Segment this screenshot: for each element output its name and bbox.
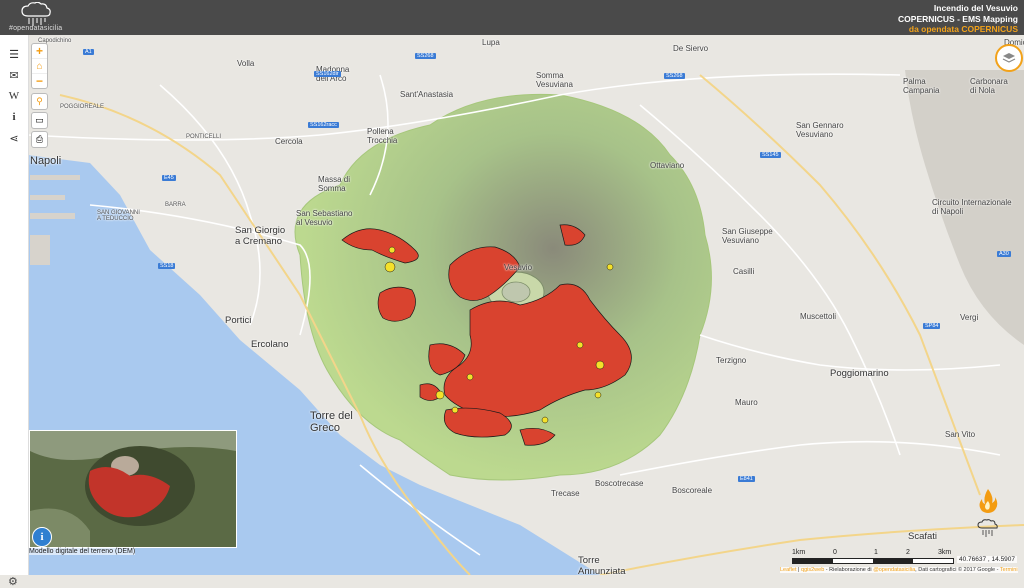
road-shield: SS162dir: [314, 71, 341, 77]
zoom-out-button[interactable]: −: [32, 74, 47, 88]
label-ponticelli: PONTICELLI: [186, 134, 222, 140]
brand-tagline: #opendatasicilia: [9, 25, 63, 32]
label-poggiomarino: Poggiomarino: [830, 368, 889, 379]
label-casilli: Casilli: [733, 267, 755, 276]
label-san-giorgio: San Giorgio a Cremano: [235, 225, 286, 247]
label-trecase: Trecase: [551, 489, 580, 498]
crater-inner: [501, 281, 531, 303]
app-title-block: Incendio del Vesuvio COPERNICUS - EMS Ma…: [898, 3, 1018, 35]
label-pollena: Pollena Trocchia: [367, 127, 398, 145]
label-ercolano: Ercolano: [251, 339, 289, 350]
left-sidebar: ☰ ✉ W i ⋖ ⚙: [0, 35, 29, 588]
qgis2web-link[interactable]: qgis2web: [801, 567, 824, 573]
label-barra: BARRA: [165, 202, 186, 208]
road-shield: SS268: [415, 53, 436, 59]
settings-gear-icon[interactable]: ⚙: [8, 575, 18, 588]
label-napoli: Napoli: [30, 155, 62, 167]
label-scafati: Scafati: [908, 531, 938, 542]
road-shield: E45: [162, 175, 176, 181]
label-palma: Palma Campania: [903, 77, 940, 95]
label-terzigno: Terzigno: [716, 356, 747, 365]
label-torre-del-greco: Torre del Greco: [310, 410, 353, 434]
label-vesuvio: Vesuvio: [504, 263, 533, 272]
menu-icon[interactable]: ☰: [5, 45, 23, 63]
attribution: Leaflet | qgis2web - Rielaborazione di @…: [780, 567, 1018, 573]
scale-label-2: 2: [906, 549, 910, 556]
info-icon[interactable]: i: [5, 108, 23, 126]
info-button[interactable]: i: [32, 527, 52, 547]
fire-logo-icon: [979, 489, 998, 513]
scale-label-1: 1: [874, 549, 878, 556]
label-portici: Portici: [225, 315, 252, 326]
label-carbonara: Carbonara di Nola: [970, 77, 1008, 95]
label-poggioreale: POGGIOREALE: [60, 104, 105, 110]
wikipedia-icon[interactable]: W: [5, 87, 23, 105]
road-shield: A30: [997, 251, 1011, 257]
scale-label-3: 3km: [938, 549, 952, 556]
layers-icon: [1002, 53, 1016, 63]
label-san-gennaro: San Gennaro Vesuviano: [796, 121, 844, 139]
label-mauro: Mauro: [735, 398, 758, 407]
road-shield: A1: [83, 49, 94, 55]
top-bar: #opendatasicilia Incendio del Vesuvio CO…: [0, 0, 1024, 35]
dem-inset-map[interactable]: [29, 430, 237, 548]
app-subtitle: COPERNICUS - EMS Mapping: [898, 13, 1018, 24]
source-line: da opendata COPERNICUS: [908, 24, 1018, 34]
label-san-giovanni: SAN GIOVANNI A TEDUCCIO: [97, 210, 140, 222]
label-volla: Volla: [237, 59, 255, 68]
label-san-sebastiano: San Sebastiano al Vesuvio: [296, 209, 353, 227]
label-lupa: Lupa: [482, 38, 500, 47]
road-shield: SS18: [158, 263, 176, 269]
road-shield: SP84: [923, 323, 941, 329]
app-title: Incendio del Vesuvio: [933, 3, 1018, 13]
label-san-vito: San Vito: [945, 430, 976, 439]
measure-ruler-icon[interactable]: ▭: [31, 112, 48, 129]
road-shield: SS145: [760, 152, 781, 158]
label-muscettoli: Muscettoli: [800, 312, 837, 321]
scale-label-0: 0: [833, 549, 837, 556]
road-shield: SS162racc: [308, 122, 339, 128]
copernicus-link[interactable]: COPERNICUS: [961, 24, 1018, 34]
label-massa: Massa di Somma: [318, 175, 351, 193]
label-cercola: Cercola: [275, 137, 303, 146]
label-somma: Somma Vesuviana: [536, 71, 573, 89]
print-icon[interactable]: ⎙: [31, 131, 48, 148]
terms-link[interactable]: Termini: [1000, 567, 1018, 573]
scale-bar: 1km 0 1 2 3km: [790, 549, 955, 569]
road-shield: E841: [738, 476, 755, 482]
label-sant-anastasia: Sant'Anastasia: [400, 90, 454, 99]
scale-label-km: 1km: [792, 549, 806, 556]
label-boscotrecase: Boscotrecase: [595, 479, 644, 488]
scale-bar-graphic: [792, 558, 954, 564]
home-icon[interactable]: ⌂: [32, 59, 47, 74]
dem-thumbnail: [30, 431, 236, 547]
share-icon[interactable]: ⋖: [5, 129, 23, 147]
locate-pin-icon[interactable]: ⚲: [31, 93, 48, 110]
leaflet-link[interactable]: Leaflet: [780, 567, 797, 573]
label-san-giuseppe: San Giuseppe Vesuviano: [722, 227, 773, 245]
label-ottaviano: Ottaviano: [650, 161, 685, 170]
dem-inset-label: Modello digitale del terreno (DEM): [29, 548, 136, 555]
mail-icon[interactable]: ✉: [5, 66, 23, 84]
layers-control[interactable]: [995, 44, 1023, 72]
road-shield: SS268: [664, 73, 685, 79]
author-link[interactable]: @opendatasicilia: [873, 567, 915, 573]
label-de-siervo: De Siervo: [673, 44, 709, 53]
coordinates-readout: 40.76637 , 14.5907: [957, 556, 1018, 563]
label-torre-annunziata: Torre Annunziata: [578, 555, 626, 575]
label-boscoreale: Boscoreale: [672, 486, 713, 495]
zoom-in-button[interactable]: +: [32, 44, 47, 59]
label-vergi: Vergi: [960, 313, 979, 322]
opendatasicilia-cloud-icon: [977, 519, 998, 537]
label-circuito: Circuito Internazionale di Napoli: [932, 198, 1012, 216]
zoom-control: + ⌂ −: [31, 43, 48, 89]
